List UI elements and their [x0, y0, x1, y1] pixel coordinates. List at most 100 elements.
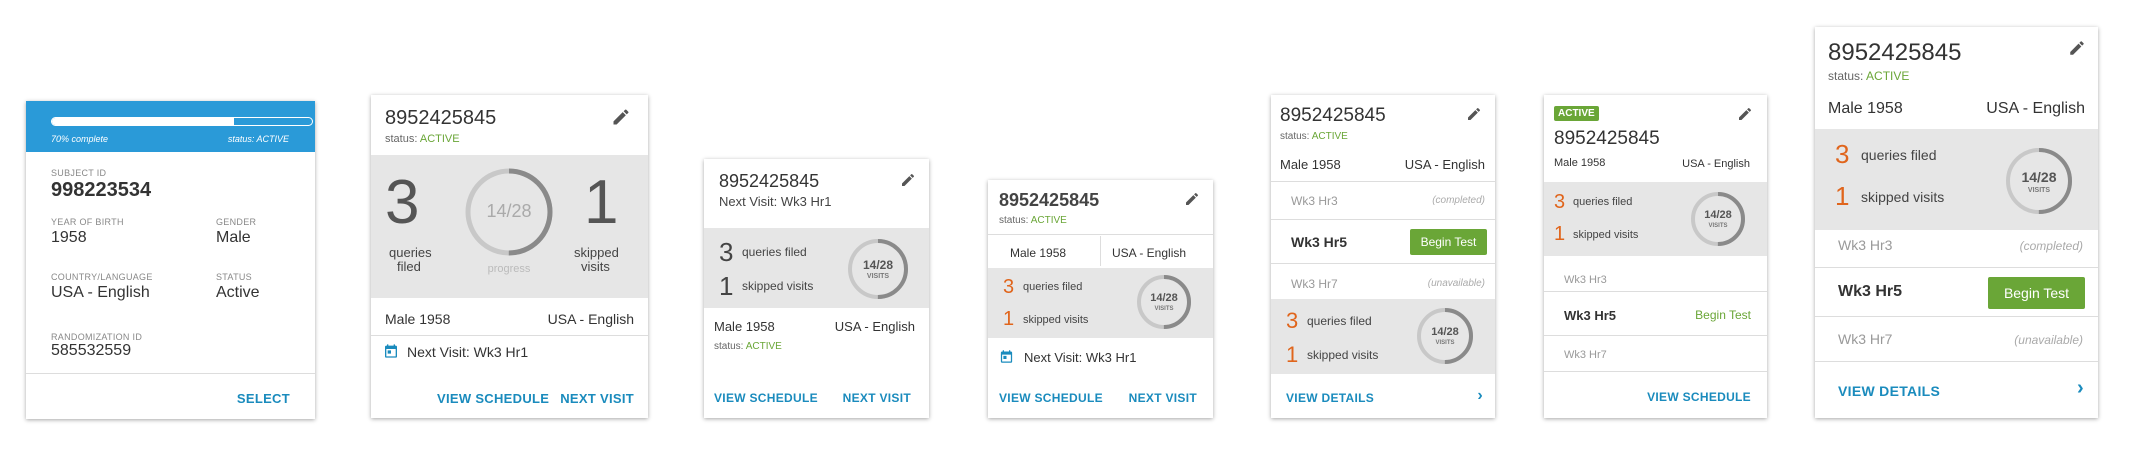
chevron-right-icon[interactable]: ›: [1477, 387, 1483, 405]
country: USA - English: [547, 311, 634, 327]
card-header: [26, 101, 315, 152]
country: USA - English: [1682, 158, 1750, 170]
visit-name: Wk3 Hr3: [1564, 274, 1607, 286]
ring-text: 14/28: [1431, 326, 1459, 338]
status-prefix: status:: [385, 133, 418, 145]
progress-bar-fill: [52, 118, 234, 125]
status-label: status: ACTIVE: [227, 134, 289, 144]
calendar-icon: [385, 344, 397, 358]
view-schedule-button[interactable]: VIEW SCHEDULE: [714, 391, 818, 405]
gender-label: GENDER: [216, 217, 257, 227]
status-line: status: ACTIVE: [1828, 69, 1909, 83]
yob: 1958: [51, 229, 87, 246]
divider: [371, 335, 648, 336]
ring-subtext: VISITS: [1708, 223, 1728, 229]
gender: Male: [216, 229, 251, 246]
next-visit-button[interactable]: NEXT VISIT: [843, 391, 911, 405]
edit-pencil-icon[interactable]: [611, 107, 631, 127]
subject-id: 8952425845: [719, 171, 820, 191]
view-schedule-button[interactable]: VIEW SCHEDULE: [1647, 390, 1751, 404]
visit-state: (completed): [2019, 239, 2083, 253]
ring-subtext: VISITS: [2027, 187, 2051, 194]
status-value: ACTIVE: [1030, 215, 1067, 226]
status-value: ACTIVE: [1866, 69, 1910, 83]
begin-test-button[interactable]: Begin Test: [1410, 229, 1487, 255]
divider: [1815, 267, 2098, 268]
subject-card-next-visit: 8952425845 Next Visit: Wk3 Hr1 3 queries…: [704, 159, 929, 418]
country: USA - English: [834, 319, 915, 334]
country: USA - English: [1404, 157, 1485, 172]
status-value: ACTIVE: [419, 133, 460, 145]
skipped-label: skipped visits: [742, 279, 814, 293]
queries-label: queries filed: [742, 245, 807, 259]
visit-name-current: Wk3 Hr5: [1838, 283, 1903, 300]
status-prefix: status:: [999, 215, 1029, 226]
country-label: COUNTRY/LANGUAGE: [51, 272, 153, 282]
view-schedule-button[interactable]: VIEW SCHEDULE: [999, 391, 1103, 405]
subject-id: 8952425845: [1828, 39, 1962, 66]
skipped-count: 1: [1003, 308, 1015, 330]
next-visit-button[interactable]: NEXT VISIT: [1129, 391, 1197, 405]
skipped-count: 1: [1286, 342, 1299, 367]
subject-card-badge: ACTIVE 8952425845 Male 1958 USA - Englis…: [1544, 95, 1767, 418]
gender-yob: Male 1958: [385, 311, 451, 327]
next-visit: Next Visit: Wk3 Hr1: [407, 344, 529, 360]
ring-text: 14/28: [2021, 169, 2057, 185]
status-prefix: status:: [1828, 69, 1864, 83]
divider: [1271, 181, 1495, 182]
ring-text: 14/28: [1704, 209, 1732, 221]
queries-count: 3: [1286, 308, 1299, 333]
queries-label: queries filed: [1023, 281, 1083, 293]
subject-card-full: 8952425845 status: ACTIVE Male 1958 USA …: [1815, 27, 2098, 418]
subject-card-large-stats: 8952425845 status: ACTIVE 3 queries file…: [371, 95, 648, 418]
subject-id: 8952425845: [385, 107, 497, 129]
progress-caption: progress: [487, 263, 531, 275]
status-line: status: ACTIVE: [999, 215, 1067, 226]
ring-subtext: VISITS: [1154, 306, 1174, 312]
divider: [1271, 263, 1495, 264]
ring-text: 14/28: [862, 258, 894, 272]
subject-card-detailed: 70% complete status: ACTIVE SUBJECT ID 9…: [26, 101, 315, 419]
view-schedule-button[interactable]: VIEW SCHEDULE: [437, 391, 549, 406]
yob-label: YEAR OF BIRTH: [51, 217, 124, 227]
divider: [26, 373, 315, 374]
view-details-button[interactable]: VIEW DETAILS: [1838, 383, 1940, 399]
status-prefix: status:: [1280, 131, 1310, 142]
queries-count: 3: [1003, 276, 1015, 298]
edit-pencil-icon[interactable]: [2068, 39, 2086, 57]
randomization-id-label: RANDOMIZATION ID: [51, 332, 143, 342]
begin-test-link[interactable]: Begin Test: [1695, 308, 1751, 322]
subject-id: 8952425845: [999, 190, 1100, 210]
visit-name: Wk3 Hr3: [1838, 237, 1893, 253]
status-line: status: ACTIVE: [385, 133, 460, 145]
divider: [1544, 335, 1767, 336]
subject-card-compact: 8952425845 status: ACTIVE Male 1958 USA …: [988, 180, 1213, 418]
divider: [1815, 316, 2098, 317]
begin-test-button[interactable]: Begin Test: [1988, 277, 2085, 309]
skipped-count: 1: [1554, 223, 1566, 245]
queries-label: queries filed: [1307, 314, 1372, 328]
view-details-button[interactable]: VIEW DETAILS: [1286, 391, 1374, 405]
status-field-label: STATUS: [216, 272, 252, 282]
edit-pencil-icon[interactable]: [900, 172, 916, 188]
queries-count: 3: [1554, 191, 1566, 213]
gender-yob: Male 1958: [714, 319, 775, 334]
ring-subtext: VISITS: [1435, 340, 1455, 346]
chevron-right-icon[interactable]: ›: [2077, 377, 2084, 400]
next-visit: Next Visit: Wk3 Hr1: [1024, 350, 1137, 365]
next-visit-button[interactable]: NEXT VISIT: [560, 391, 634, 406]
divider: [1544, 291, 1767, 292]
visit-name: Wk3 Hr7: [1564, 349, 1607, 361]
subject-id: 8952425845: [1554, 128, 1660, 149]
status-field: Active: [216, 284, 260, 301]
edit-pencil-icon[interactable]: [1466, 106, 1482, 122]
edit-pencil-icon[interactable]: [1184, 191, 1200, 207]
country: USA - English: [1112, 246, 1187, 260]
queries-label-2: filed: [397, 259, 421, 274]
country: USA - English: [1986, 100, 2085, 117]
edit-pencil-icon[interactable]: [1737, 106, 1753, 122]
vertical-divider: [1100, 236, 1101, 266]
select-button[interactable]: SELECT: [237, 391, 290, 406]
subject-id: 998223534: [51, 179, 152, 201]
skipped-label: skipped: [574, 245, 619, 260]
